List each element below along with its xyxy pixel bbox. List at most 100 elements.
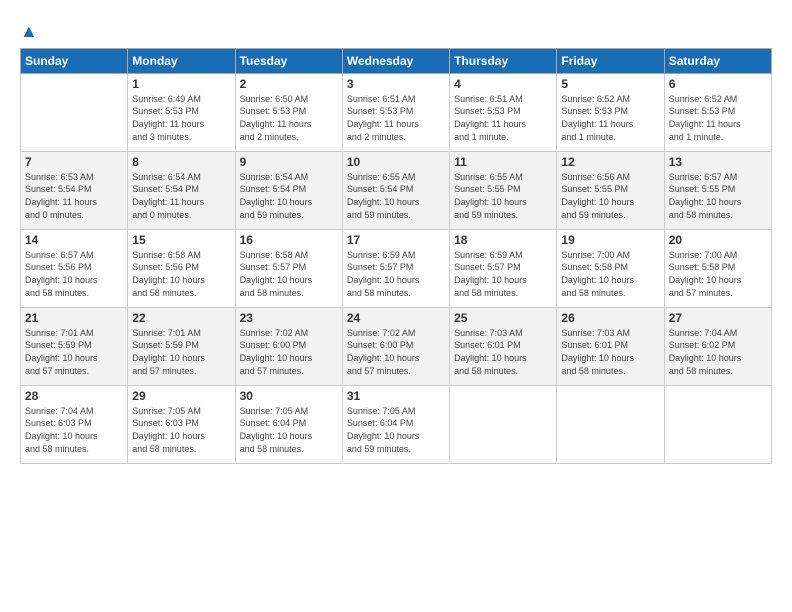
- calendar-cell: 19 Sunrise: 7:00 AM Sunset: 5:58 PM Dayli…: [557, 229, 664, 307]
- page: ▲ SundayMondayTuesdayWednesdayThursdayFr…: [0, 0, 792, 612]
- day-info: Sunrise: 6:55 AM Sunset: 5:54 PM Dayligh…: [347, 171, 445, 221]
- day-info: Sunrise: 7:01 AM Sunset: 5:59 PM Dayligh…: [132, 327, 230, 377]
- day-info: Sunrise: 7:02 AM Sunset: 6:00 PM Dayligh…: [347, 327, 445, 377]
- day-number: 18: [454, 233, 552, 247]
- day-number: 22: [132, 311, 230, 325]
- weekday-header-tuesday: Tuesday: [235, 48, 342, 73]
- day-info: Sunrise: 7:04 AM Sunset: 6:03 PM Dayligh…: [25, 405, 123, 455]
- day-number: 9: [240, 155, 338, 169]
- calendar-cell: 15 Sunrise: 6:58 AM Sunset: 5:56 PM Dayli…: [128, 229, 235, 307]
- calendar-cell: 11 Sunrise: 6:55 AM Sunset: 5:55 PM Dayli…: [450, 151, 557, 229]
- day-info: Sunrise: 6:57 AM Sunset: 5:56 PM Dayligh…: [25, 249, 123, 299]
- calendar-cell: [450, 385, 557, 463]
- day-number: 14: [25, 233, 123, 247]
- day-number: 25: [454, 311, 552, 325]
- day-number: 2: [240, 77, 338, 91]
- week-row-5: 28Sunrise: 7:04 AM Sunset: 6:03 PM Dayli…: [21, 385, 772, 463]
- day-number: 31: [347, 389, 445, 403]
- week-row-2: 7 Sunrise: 6:53 AM Sunset: 5:54 PM Daylig…: [21, 151, 772, 229]
- day-number: 5: [561, 77, 659, 91]
- weekday-header-thursday: Thursday: [450, 48, 557, 73]
- day-number: 29: [132, 389, 230, 403]
- day-info: Sunrise: 6:54 AM Sunset: 5:54 PM Dayligh…: [132, 171, 230, 221]
- day-number: 27: [669, 311, 767, 325]
- day-number: 4: [454, 77, 552, 91]
- day-number: 24: [347, 311, 445, 325]
- day-number: 6: [669, 77, 767, 91]
- day-number: 13: [669, 155, 767, 169]
- calendar-cell: 25 Sunrise: 7:03 AM Sunset: 6:01 PM Dayli…: [450, 307, 557, 385]
- calendar-cell: 23Sunrise: 7:02 AM Sunset: 6:00 PM Dayli…: [235, 307, 342, 385]
- day-number: 19: [561, 233, 659, 247]
- calendar-cell: 3 Sunrise: 6:51 AM Sunset: 5:53 PM Daylig…: [342, 73, 449, 151]
- header: ▲: [20, 18, 772, 40]
- calendar-cell: 28Sunrise: 7:04 AM Sunset: 6:03 PM Dayli…: [21, 385, 128, 463]
- day-info: Sunrise: 6:54 AM Sunset: 5:54 PM Dayligh…: [240, 171, 338, 221]
- day-number: 1: [132, 77, 230, 91]
- calendar-cell: 16Sunrise: 6:58 AM Sunset: 5:57 PM Dayli…: [235, 229, 342, 307]
- calendar-cell: 14 Sunrise: 6:57 AM Sunset: 5:56 PM Dayli…: [21, 229, 128, 307]
- day-info: Sunrise: 7:00 AM Sunset: 5:58 PM Dayligh…: [561, 249, 659, 299]
- day-number: 10: [347, 155, 445, 169]
- calendar-cell: 20Sunrise: 7:00 AM Sunset: 5:58 PM Dayli…: [664, 229, 771, 307]
- day-number: 7: [25, 155, 123, 169]
- day-info: Sunrise: 6:59 AM Sunset: 5:57 PM Dayligh…: [347, 249, 445, 299]
- day-number: 3: [347, 77, 445, 91]
- day-number: 12: [561, 155, 659, 169]
- week-row-1: 1Sunrise: 6:49 AM Sunset: 5:53 PM Daylig…: [21, 73, 772, 151]
- day-number: 11: [454, 155, 552, 169]
- day-number: 30: [240, 389, 338, 403]
- calendar-cell: 6 Sunrise: 6:52 AM Sunset: 5:53 PM Daylig…: [664, 73, 771, 151]
- day-info: Sunrise: 6:56 AM Sunset: 5:55 PM Dayligh…: [561, 171, 659, 221]
- day-info: Sunrise: 6:59 AM Sunset: 5:57 PM Dayligh…: [454, 249, 552, 299]
- calendar-cell: [664, 385, 771, 463]
- day-number: 20: [669, 233, 767, 247]
- calendar-cell: 9 Sunrise: 6:54 AM Sunset: 5:54 PM Daylig…: [235, 151, 342, 229]
- day-info: Sunrise: 6:52 AM Sunset: 5:53 PM Dayligh…: [669, 93, 767, 143]
- calendar-cell: 17Sunrise: 6:59 AM Sunset: 5:57 PM Dayli…: [342, 229, 449, 307]
- day-info: Sunrise: 7:03 AM Sunset: 6:01 PM Dayligh…: [454, 327, 552, 377]
- day-info: Sunrise: 6:51 AM Sunset: 5:53 PM Dayligh…: [454, 93, 552, 143]
- week-row-3: 14 Sunrise: 6:57 AM Sunset: 5:56 PM Dayli…: [21, 229, 772, 307]
- calendar-cell: 10 Sunrise: 6:55 AM Sunset: 5:54 PM Dayli…: [342, 151, 449, 229]
- day-info: Sunrise: 6:51 AM Sunset: 5:53 PM Dayligh…: [347, 93, 445, 143]
- calendar-cell: 8 Sunrise: 6:54 AM Sunset: 5:54 PM Daylig…: [128, 151, 235, 229]
- day-info: Sunrise: 7:04 AM Sunset: 6:02 PM Dayligh…: [669, 327, 767, 377]
- calendar-cell: 24 Sunrise: 7:02 AM Sunset: 6:00 PM Dayli…: [342, 307, 449, 385]
- day-info: Sunrise: 7:05 AM Sunset: 6:04 PM Dayligh…: [347, 405, 445, 455]
- day-info: Sunrise: 7:05 AM Sunset: 6:03 PM Dayligh…: [132, 405, 230, 455]
- calendar-cell: 30 Sunrise: 7:05 AM Sunset: 6:04 PM Dayli…: [235, 385, 342, 463]
- day-info: Sunrise: 6:57 AM Sunset: 5:55 PM Dayligh…: [669, 171, 767, 221]
- calendar-cell: 22 Sunrise: 7:01 AM Sunset: 5:59 PM Dayli…: [128, 307, 235, 385]
- calendar-cell: 26 Sunrise: 7:03 AM Sunset: 6:01 PM Dayli…: [557, 307, 664, 385]
- day-number: 26: [561, 311, 659, 325]
- day-info: Sunrise: 6:52 AM Sunset: 5:53 PM Dayligh…: [561, 93, 659, 143]
- calendar-cell: 2Sunrise: 6:50 AM Sunset: 5:53 PM Daylig…: [235, 73, 342, 151]
- day-info: Sunrise: 6:55 AM Sunset: 5:55 PM Dayligh…: [454, 171, 552, 221]
- calendar-cell: [557, 385, 664, 463]
- weekday-header-saturday: Saturday: [664, 48, 771, 73]
- day-info: Sunrise: 7:03 AM Sunset: 6:01 PM Dayligh…: [561, 327, 659, 377]
- day-number: 8: [132, 155, 230, 169]
- logo: ▲: [20, 22, 38, 40]
- weekday-header-friday: Friday: [557, 48, 664, 73]
- calendar-cell: 29 Sunrise: 7:05 AM Sunset: 6:03 PM Dayli…: [128, 385, 235, 463]
- weekday-header-sunday: Sunday: [21, 48, 128, 73]
- calendar-cell: 21Sunrise: 7:01 AM Sunset: 5:59 PM Dayli…: [21, 307, 128, 385]
- week-row-4: 21 Sunrise: 7:01 AM Sunset: 5:59 PM Dayli…: [21, 307, 772, 385]
- day-number: 21: [25, 311, 123, 325]
- day-number: 16: [240, 233, 338, 247]
- day-info: Sunrise: 7:05 AM Sunset: 6:04 PM Dayligh…: [240, 405, 338, 455]
- day-number: 15: [132, 233, 230, 247]
- calendar-cell: 12 Sunrise: 6:56 AM Sunset: 5:55 PM Dayli…: [557, 151, 664, 229]
- day-info: Sunrise: 6:58 AM Sunset: 5:56 PM Dayligh…: [132, 249, 230, 299]
- weekday-header-row: SundayMondayTuesdayWednesdayThursdayFrid…: [21, 48, 772, 73]
- day-info: Sunrise: 6:53 AM Sunset: 5:54 PM Dayligh…: [25, 171, 123, 221]
- calendar-cell: 18 Sunrise: 6:59 AM Sunset: 5:57 PM Dayli…: [450, 229, 557, 307]
- weekday-header-wednesday: Wednesday: [342, 48, 449, 73]
- day-info: Sunrise: 7:02 AM Sunset: 6:00 PM Dayligh…: [240, 327, 338, 377]
- calendar-table: SundayMondayTuesdayWednesdayThursdayFrid…: [20, 48, 772, 464]
- calendar-cell: 31 Sunrise: 7:05 AM Sunset: 6:04 PM Dayli…: [342, 385, 449, 463]
- calendar-cell: 7 Sunrise: 6:53 AM Sunset: 5:54 PM Daylig…: [21, 151, 128, 229]
- calendar-cell: 13 Sunrise: 6:57 AM Sunset: 5:55 PM Dayli…: [664, 151, 771, 229]
